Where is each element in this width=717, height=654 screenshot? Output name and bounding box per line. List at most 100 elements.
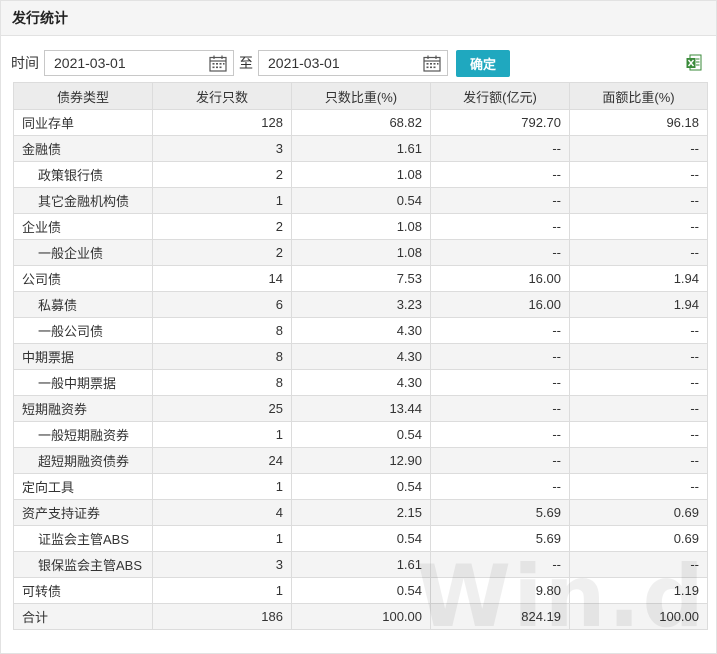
cell-amount: 16.00 — [430, 265, 570, 292]
calendar-icon[interactable] — [423, 55, 441, 72]
cell-count-pct: 3.23 — [291, 291, 431, 318]
table-header-row: 债券类型 发行只数 只数比重(%) 发行额(亿元) 面额比重(%) — [13, 82, 708, 110]
cell-count: 1 — [152, 421, 292, 448]
cell-bond-type: 其它金融机构债 — [13, 187, 153, 214]
cell-count: 24 — [152, 447, 292, 474]
cell-bond-type: 一般中期票据 — [13, 369, 153, 396]
cell-count: 3 — [152, 135, 292, 162]
cell-bond-type: 可转债 — [13, 577, 153, 604]
table-row[interactable]: 可转债 1 0.54 9.80 1.19 — [13, 577, 708, 604]
end-date-value: 2021-03-01 — [268, 55, 340, 71]
cell-bond-type: 中期票据 — [13, 343, 153, 370]
table-row[interactable]: 企业债 2 1.08 -- -- — [13, 213, 708, 240]
cell-amount-pct: -- — [569, 317, 708, 344]
table-row[interactable]: 合计 186 100.00 824.19 100.00 — [13, 603, 708, 630]
cell-count-pct: 0.54 — [291, 473, 431, 500]
cell-count-pct: 0.54 — [291, 187, 431, 214]
table-row[interactable]: 一般公司债 8 4.30 -- -- — [13, 317, 708, 344]
table-row[interactable]: 证监会主管ABS 1 0.54 5.69 0.69 — [13, 525, 708, 552]
confirm-button[interactable]: 确定 — [456, 49, 510, 77]
calendar-icon[interactable] — [209, 55, 227, 72]
cell-amount: -- — [430, 213, 570, 240]
cell-amount: 5.69 — [430, 499, 570, 526]
cell-amount: 5.69 — [430, 525, 570, 552]
start-date-input[interactable]: 2021-03-01 — [44, 50, 234, 76]
cell-bond-type: 企业债 — [13, 213, 153, 240]
cell-count: 25 — [152, 395, 292, 422]
table-row[interactable]: 资产支持证券 4 2.15 5.69 0.69 — [13, 499, 708, 526]
cell-count-pct: 0.54 — [291, 577, 431, 604]
cell-bond-type: 合计 — [13, 603, 153, 630]
table-row[interactable]: 一般企业债 2 1.08 -- -- — [13, 239, 708, 266]
cell-amount: -- — [430, 421, 570, 448]
cell-count: 1 — [152, 187, 292, 214]
table-row[interactable]: 金融债 3 1.61 -- -- — [13, 135, 708, 162]
cell-bond-type: 定向工具 — [13, 473, 153, 500]
col-header-count-pct[interactable]: 只数比重(%) — [291, 82, 431, 110]
cell-count-pct: 68.82 — [291, 109, 431, 136]
cell-count-pct: 4.30 — [291, 317, 431, 344]
excel-export-icon[interactable] — [686, 54, 702, 72]
cell-amount-pct: -- — [569, 395, 708, 422]
cell-amount: -- — [430, 551, 570, 578]
cell-count-pct: 1.08 — [291, 239, 431, 266]
cell-count-pct: 0.54 — [291, 525, 431, 552]
cell-bond-type: 私募债 — [13, 291, 153, 318]
to-label: 至 — [239, 55, 253, 71]
cell-amount: 16.00 — [430, 291, 570, 318]
cell-count: 14 — [152, 265, 292, 292]
col-header-amount-pct[interactable]: 面额比重(%) — [569, 82, 708, 110]
cell-amount-pct: 96.18 — [569, 109, 708, 136]
table-row[interactable]: 一般中期票据 8 4.30 -- -- — [13, 369, 708, 396]
cell-count-pct: 2.15 — [291, 499, 431, 526]
table-row[interactable]: 银保监会主管ABS 3 1.61 -- -- — [13, 551, 708, 578]
time-label: 时间 — [11, 55, 39, 71]
cell-count-pct: 4.30 — [291, 369, 431, 396]
issuance-stats-panel: 发行统计 时间 2021-03-01 至 2021-03-01 确定 债券类型 … — [0, 0, 717, 654]
date-filter-bar: 时间 2021-03-01 至 2021-03-01 确定 — [11, 48, 706, 78]
col-header-amount[interactable]: 发行额(亿元) — [430, 82, 570, 110]
table-row[interactable]: 短期融资券 25 13.44 -- -- — [13, 395, 708, 422]
cell-count: 2 — [152, 161, 292, 188]
cell-bond-type: 证监会主管ABS — [13, 525, 153, 552]
cell-amount-pct: -- — [569, 421, 708, 448]
cell-count: 4 — [152, 499, 292, 526]
col-header-bond-type[interactable]: 债券类型 — [13, 82, 153, 110]
cell-count-pct: 100.00 — [291, 603, 431, 630]
table-row[interactable]: 其它金融机构债 1 0.54 -- -- — [13, 187, 708, 214]
cell-amount-pct: 1.94 — [569, 265, 708, 292]
cell-bond-type: 一般企业债 — [13, 239, 153, 266]
cell-amount-pct: -- — [569, 343, 708, 370]
cell-count-pct: 1.08 — [291, 161, 431, 188]
cell-count: 1 — [152, 525, 292, 552]
table-row[interactable]: 超短期融资债券 24 12.90 -- -- — [13, 447, 708, 474]
cell-bond-type: 一般短期融资券 — [13, 421, 153, 448]
table-row[interactable]: 定向工具 1 0.54 -- -- — [13, 473, 708, 500]
cell-count: 8 — [152, 343, 292, 370]
table-row[interactable]: 中期票据 8 4.30 -- -- — [13, 343, 708, 370]
cell-amount: -- — [430, 343, 570, 370]
table-row[interactable]: 公司债 14 7.53 16.00 1.94 — [13, 265, 708, 292]
cell-count: 3 — [152, 551, 292, 578]
cell-amount-pct: 100.00 — [569, 603, 708, 630]
cell-bond-type: 资产支持证券 — [13, 499, 153, 526]
cell-count: 2 — [152, 213, 292, 240]
cell-amount-pct: 1.19 — [569, 577, 708, 604]
cell-bond-type: 同业存单 — [13, 109, 153, 136]
cell-amount: 792.70 — [430, 109, 570, 136]
cell-amount-pct: 1.94 — [569, 291, 708, 318]
cell-count-pct: 1.08 — [291, 213, 431, 240]
cell-amount: 824.19 — [430, 603, 570, 630]
end-date-input[interactable]: 2021-03-01 — [258, 50, 448, 76]
cell-bond-type: 超短期融资债券 — [13, 447, 153, 474]
cell-amount: -- — [430, 473, 570, 500]
panel-title: 发行统计 — [1, 1, 716, 36]
table-row[interactable]: 私募债 6 3.23 16.00 1.94 — [13, 291, 708, 318]
col-header-count[interactable]: 发行只数 — [152, 82, 292, 110]
cell-bond-type: 一般公司债 — [13, 317, 153, 344]
table-row[interactable]: 政策银行债 2 1.08 -- -- — [13, 161, 708, 188]
cell-amount: -- — [430, 161, 570, 188]
table-row[interactable]: 一般短期融资券 1 0.54 -- -- — [13, 421, 708, 448]
cell-amount-pct: -- — [569, 447, 708, 474]
table-row[interactable]: 同业存单 128 68.82 792.70 96.18 — [13, 109, 708, 136]
